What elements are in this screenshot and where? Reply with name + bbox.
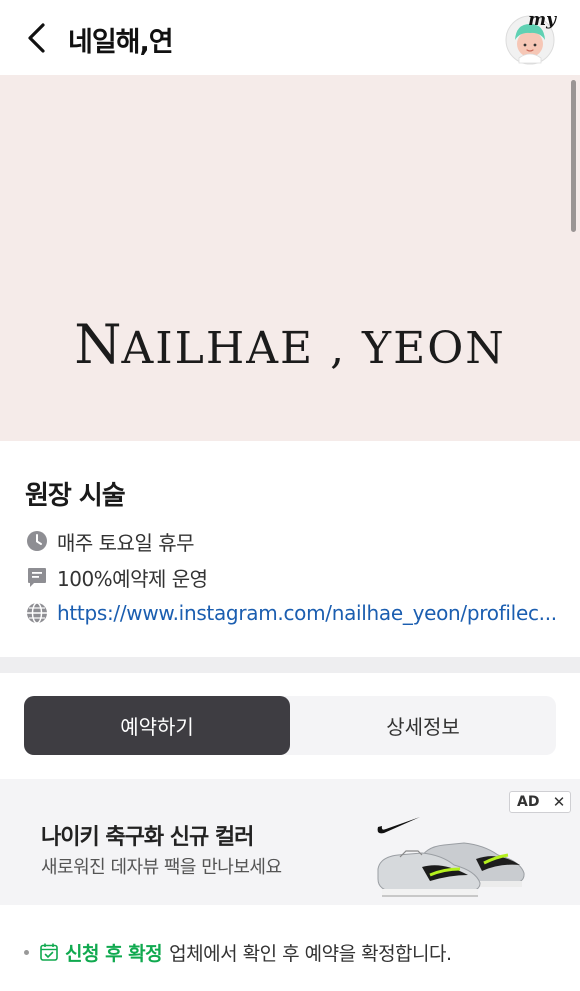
ad-subtitle: 새로워진 데자뷰 팩을 만나보세요 <box>41 857 282 878</box>
hours-text: 매주 토요일 휴무 <box>57 530 195 555</box>
tab-details[interactable]: 상세정보 <box>290 696 556 755</box>
bullet-dot <box>24 949 29 955</box>
back-button[interactable] <box>18 18 54 58</box>
ad-banner[interactable]: 나이키 축구화 신규 컬러 새로워진 데자뷰 팩을 만나보세요 AD ✕ <box>0 779 580 905</box>
booking-notice-text: 업체에서 확인 후 예약을 확정합니다. <box>169 942 452 965</box>
brand-logo: NAILHAE , YEON <box>0 313 580 376</box>
notice-text: 100%예약제 운영 <box>57 566 208 591</box>
website-link[interactable]: https://www.instagram.com/nailhae_yeon/p… <box>57 601 557 625</box>
info-row-website[interactable]: https://www.instagram.com/nailhae_yeon/p… <box>25 600 557 626</box>
my-page-button[interactable]: my <box>504 10 556 66</box>
clock-icon <box>25 529 49 553</box>
brand-logo-rest: AILHAE , YEON <box>121 323 506 374</box>
page-title: 네일해,연 <box>68 27 174 58</box>
calendar-check-icon <box>40 943 58 961</box>
page: 네일해,연 my NAILHAE , YEON 원장 시술 매주 토요일 휴무 … <box>0 0 580 991</box>
scrollbar[interactable] <box>571 80 576 232</box>
booking-notice-label: 신청 후 확정 <box>65 942 163 965</box>
ad-title: 나이키 축구화 신규 컬러 <box>41 825 254 850</box>
shop-info: 원장 시술 매주 토요일 휴무 100%예약제 운영 https://www.i… <box>0 441 580 657</box>
sneaker-image <box>377 817 525 897</box>
memo-icon <box>25 565 49 589</box>
globe-icon <box>25 601 49 625</box>
tab-reservation[interactable]: 예약하기 <box>24 696 290 755</box>
shop-banner-image: NAILHAE , YEON <box>0 75 580 441</box>
shop-name: 원장 시술 <box>25 481 126 511</box>
brand-logo-initial: N <box>74 313 122 376</box>
swoosh-logo <box>377 817 420 834</box>
info-row-hours: 매주 토요일 휴무 <box>25 528 195 555</box>
tab-bar: 예약하기 상세정보 <box>24 696 556 755</box>
ad-close-icon[interactable]: ✕ <box>548 793 570 811</box>
top-header: 네일해,연 my <box>0 0 580 75</box>
chevron-left-icon <box>28 23 45 53</box>
section-divider <box>0 657 580 673</box>
booking-notice: 신청 후 확정 업체에서 확인 후 예약을 확정합니다. <box>24 936 452 968</box>
info-row-notice: 100%예약제 운영 <box>25 564 208 591</box>
my-label: my <box>528 10 556 30</box>
